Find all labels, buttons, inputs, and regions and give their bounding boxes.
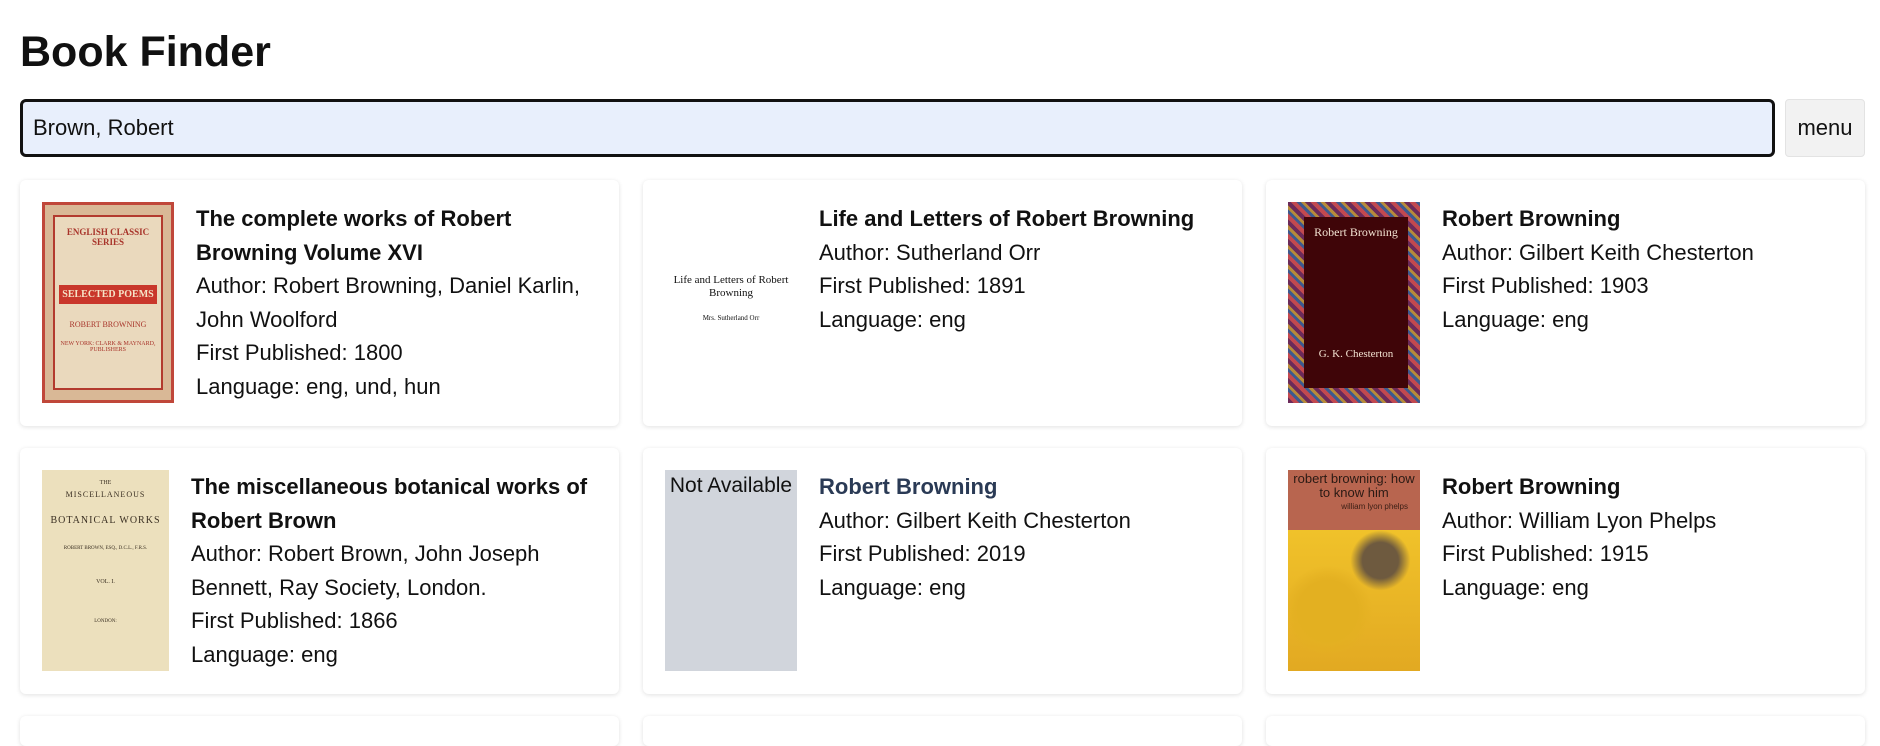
book-language: Language: eng <box>1442 306 1589 332</box>
book-cover-image: Life and Letters of Robert Browning Mrs.… <box>665 202 797 403</box>
cover-not-available-text: Not Available <box>669 474 793 497</box>
book-language: Language: eng <box>819 574 966 600</box>
book-card[interactable]: Robert Browning G. K. Chesterton Robert … <box>1266 180 1865 426</box>
book-card[interactable]: robert browning: how to know him william… <box>1266 448 1865 694</box>
cover-text: THE <box>99 480 112 486</box>
book-info: The complete works of Robert Browning Vo… <box>196 202 597 404</box>
book-language: Language: eng <box>191 641 338 667</box>
book-card[interactable]: ENGLISH CLASSIC SERIES SELECTED POEMS RO… <box>20 180 619 426</box>
book-cover-placeholder: Not Available <box>665 470 797 671</box>
book-title[interactable]: The miscellaneous botanical works of Rob… <box>191 470 597 537</box>
book-title[interactable]: The complete works of Robert Browning Vo… <box>196 202 597 269</box>
book-author: Author: Gilbert Keith Chesterton <box>819 507 1131 533</box>
cover-text: BOTANICAL WORKS <box>50 515 161 526</box>
cover-text: william lyon phelps <box>1341 502 1408 511</box>
book-cover-image: Robert Browning G. K. Chesterton <box>1288 202 1420 403</box>
book-card-partial[interactable] <box>643 716 1242 746</box>
book-author: Author: Sutherland Orr <box>819 239 1041 265</box>
book-cover-image: THE MISCELLANEOUS BOTANICAL WORKS ROBERT… <box>42 470 169 671</box>
book-title[interactable]: Life and Letters of Robert Browning <box>819 202 1220 236</box>
cover-text: NEW YORK: CLARK & MAYNARD, PUBLISHERS <box>60 341 156 353</box>
search-input[interactable] <box>20 99 1775 157</box>
cover-text: MISCELLANEOUS <box>65 490 146 499</box>
cover-text: G. K. Chesterton <box>1318 348 1394 360</box>
cover-text: ENGLISH CLASSIC SERIES <box>66 227 150 247</box>
cover-text: VOL. I. <box>96 579 115 585</box>
book-language: Language: eng, und, hun <box>196 373 441 399</box>
book-author: Author: William Lyon Phelps <box>1442 507 1717 533</box>
book-cover-image: robert browning: how to know him william… <box>1288 470 1420 671</box>
book-info: The miscellaneous botanical works of Rob… <box>191 470 597 672</box>
book-language: Language: eng <box>819 306 966 332</box>
book-first-published: First Published: 1800 <box>196 340 403 365</box>
cover-artwork: ENGLISH CLASSIC SERIES SELECTED POEMS RO… <box>53 215 163 390</box>
book-card[interactable]: Not Available Robert Browning Author: Gi… <box>643 448 1242 694</box>
book-info: Robert Browning Author: Gilbert Keith Ch… <box>1442 202 1843 404</box>
book-title[interactable]: Robert Browning <box>1442 470 1843 504</box>
cover-text: Robert Browning <box>1314 225 1398 239</box>
search-bar: menu <box>20 99 1865 157</box>
cover-text: robert browning: how to know him <box>1293 471 1415 500</box>
book-first-published: First Published: 1866 <box>191 608 398 633</box>
book-author: Author: Gilbert Keith Chesterton <box>1442 239 1754 265</box>
book-cover-image: ENGLISH CLASSIC SERIES SELECTED POEMS RO… <box>42 202 174 403</box>
book-first-published: First Published: 1891 <box>819 273 1026 298</box>
cover-artwork: Robert Browning G. K. Chesterton <box>1304 217 1408 388</box>
cover-text: Life and Letters of Robert Browning <box>673 274 789 299</box>
cover-text: Mrs. Sutherland Orr <box>702 314 760 322</box>
book-info: Life and Letters of Robert Browning Auth… <box>819 202 1220 404</box>
results-grid: ENGLISH CLASSIC SERIES SELECTED POEMS RO… <box>20 180 1865 746</box>
book-card[interactable]: THE MISCELLANEOUS BOTANICAL WORKS ROBERT… <box>20 448 619 694</box>
book-author: Author: Robert Browning, Daniel Karlin, … <box>196 273 580 332</box>
book-card[interactable]: Life and Letters of Robert Browning Mrs.… <box>643 180 1242 426</box>
book-info: Robert Browning Author: William Lyon Phe… <box>1442 470 1843 672</box>
book-first-published: First Published: 1903 <box>1442 273 1649 298</box>
cover-text: SELECTED POEMS <box>59 285 157 304</box>
book-first-published: First Published: 1915 <box>1442 541 1649 566</box>
book-title[interactable]: Robert Browning <box>1442 202 1843 236</box>
cover-text: LONDON: <box>94 619 117 624</box>
book-author: Author: Robert Brown, John Joseph Bennet… <box>191 541 540 600</box>
book-first-published: First Published: 2019 <box>819 541 1026 566</box>
book-card-partial[interactable] <box>20 716 619 746</box>
book-language: Language: eng <box>1442 574 1589 600</box>
cover-text: ROBERT BROWN, ESQ., D.C.L., F.R.S. <box>63 546 148 551</box>
page-title: Book Finder <box>20 28 271 76</box>
cover-text: ROBERT BROWNING <box>69 320 147 329</box>
book-title[interactable]: Robert Browning <box>819 470 1220 504</box>
menu-button[interactable]: menu <box>1785 99 1865 157</box>
book-info: Robert Browning Author: Gilbert Keith Ch… <box>819 470 1220 672</box>
book-card-partial[interactable] <box>1266 716 1865 746</box>
app-root: Book Finder <box>0 0 1880 78</box>
